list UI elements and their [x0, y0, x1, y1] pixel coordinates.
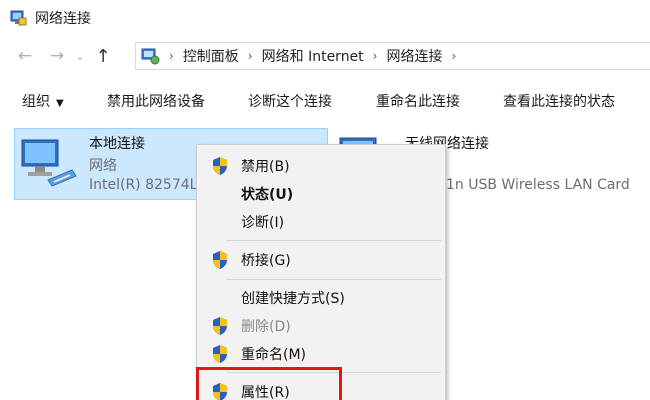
menu-item-create-shortcut[interactable]: 创建快捷方式(S): [197, 285, 445, 311]
up-arrow-icon[interactable]: ↑: [92, 46, 114, 67]
chevron-right-icon[interactable]: ›: [373, 49, 378, 63]
command-bar: 组织 ▼ 禁用此网络设备 诊断这个连接 重命名此连接 查看此连接的状态: [0, 84, 650, 118]
control-panel-icon: [141, 48, 160, 65]
rename-connection-button[interactable]: 重命名此连接: [376, 91, 460, 111]
menu-item-rename[interactable]: 重命名(M): [197, 341, 445, 367]
menu-item-status[interactable]: 状态(U): [197, 181, 445, 207]
diagnose-connection-button[interactable]: 诊断这个连接: [248, 91, 332, 111]
menu-item-diagnose[interactable]: 诊断(I): [197, 209, 445, 235]
forward-arrow-icon[interactable]: →: [46, 46, 68, 66]
menu-item-delete: 删除(D): [197, 313, 445, 339]
address-row: ← → ⌄ ↑ › 控制面板 › 网络和 Internet › 网络连接 ›: [0, 40, 650, 72]
recent-locations-chevron-icon[interactable]: ⌄: [72, 50, 88, 63]
connection-device: Intel(R) 82574L: [89, 177, 198, 193]
properties-highlight-box: [196, 367, 342, 400]
breadcrumb-network-internet[interactable]: 网络和 Internet: [262, 46, 364, 66]
breadcrumb-network-connections[interactable]: 网络连接: [386, 46, 442, 66]
uac-shield-icon: [213, 251, 227, 269]
chevron-right-icon[interactable]: ›: [451, 49, 456, 63]
menu-separator: [227, 240, 441, 241]
uac-shield-icon: [213, 345, 227, 363]
uac-shield-icon: [213, 157, 227, 175]
back-arrow-icon[interactable]: ←: [14, 46, 36, 66]
menu-item-bridge[interactable]: 桥接(G): [197, 247, 445, 273]
breadcrumb-control-panel[interactable]: 控制面板: [183, 46, 239, 66]
chevron-right-icon[interactable]: ›: [248, 49, 253, 63]
network-connections-icon: [10, 10, 27, 26]
wireless-connection-device: 1n USB Wireless LAN Card: [446, 177, 630, 193]
caret-down-icon: ▼: [56, 98, 64, 109]
title-bar: 网络连接: [0, 0, 650, 36]
connection-name: 本地连接: [89, 136, 145, 152]
network-adapter-icon: [21, 139, 77, 187]
menu-separator: [227, 279, 441, 280]
view-status-button[interactable]: 查看此连接的状态: [503, 91, 615, 111]
uac-shield-icon: [213, 317, 227, 335]
window-title: 网络连接: [35, 11, 91, 27]
address-bar[interactable]: › 控制面板 › 网络和 Internet › 网络连接 ›: [135, 42, 650, 70]
chevron-right-icon: ›: [169, 49, 174, 63]
disable-device-button[interactable]: 禁用此网络设备: [107, 91, 205, 111]
connection-type: 网络: [89, 158, 117, 174]
explorer-window: 网络连接 ← → ⌄ ↑ › 控制面板 › 网络和 Internet › 网络连…: [0, 0, 650, 400]
context-menu: 禁用(B) 状态(U) 诊断(I) 桥接(G) 创建快捷方式(S) 删除(D) …: [196, 144, 446, 400]
organize-button[interactable]: 组织 ▼: [22, 91, 64, 111]
menu-item-disable[interactable]: 禁用(B): [197, 153, 445, 179]
